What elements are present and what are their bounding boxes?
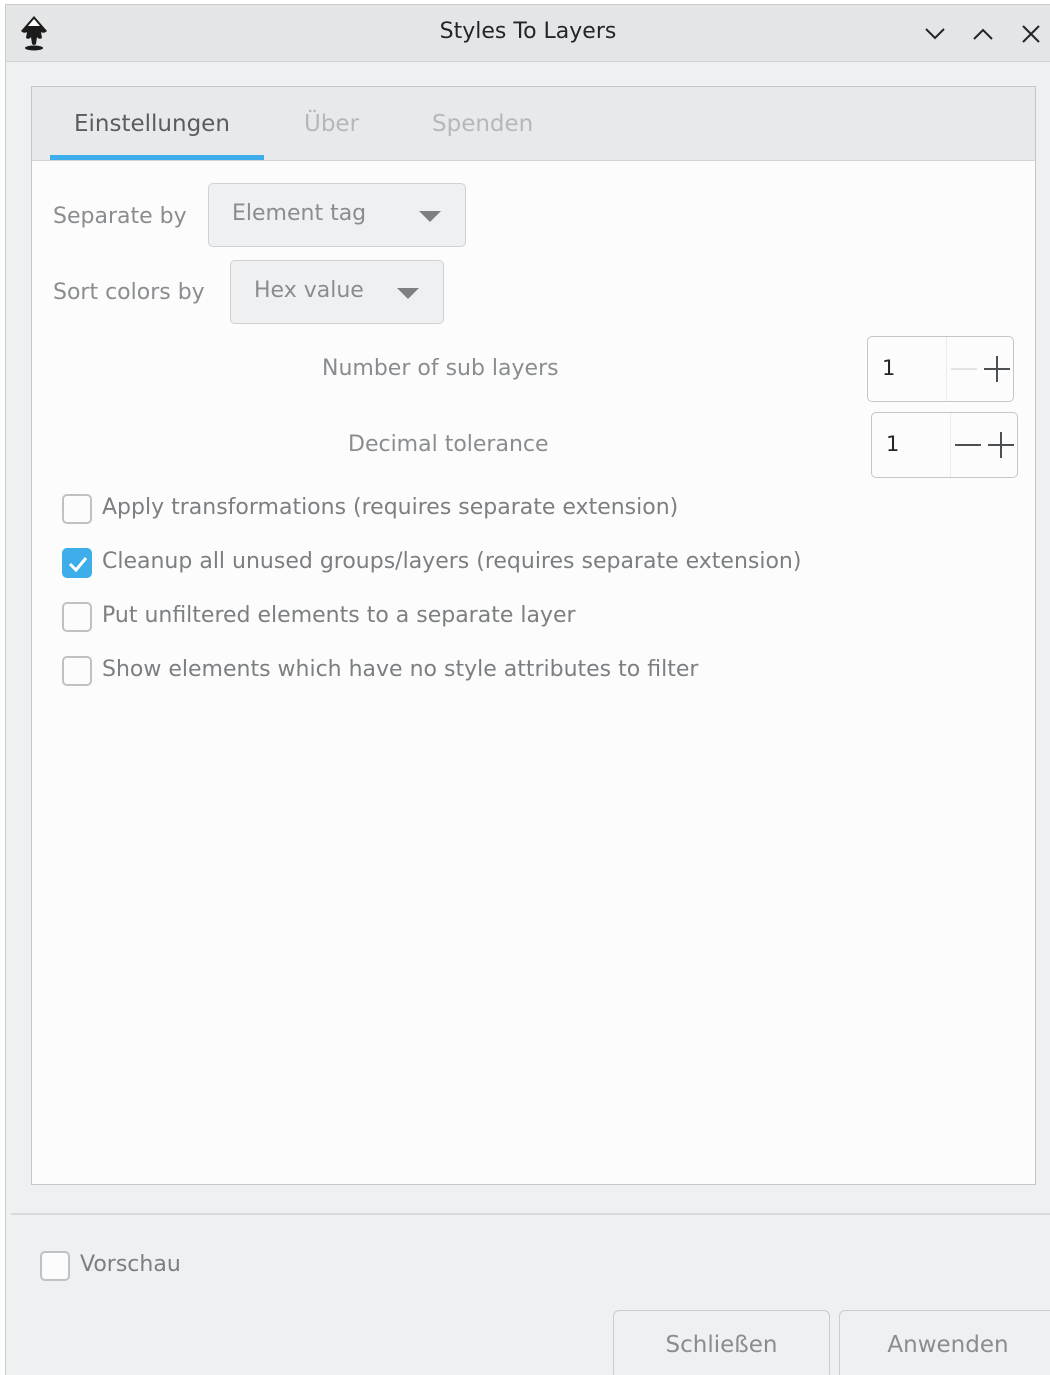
preview-checkbox[interactable] xyxy=(40,1251,70,1281)
tab-ueber[interactable]: Über xyxy=(304,108,359,148)
sub-layers-label: Number of sub layers xyxy=(322,356,559,381)
show-no-style-elements-label: Show elements which have no style attrib… xyxy=(102,657,699,682)
tab-spenden[interactable]: Spenden xyxy=(432,108,533,148)
close-icon xyxy=(1022,25,1040,43)
sort-colors-by-label: Sort colors by xyxy=(53,280,205,305)
dialog-window: Styles To Layers Einstellungen Über Spen… xyxy=(5,4,1050,1375)
apply-transformations-label: Apply transformations (requires separate… xyxy=(102,495,679,520)
decimal-tolerance-label: Decimal tolerance xyxy=(348,432,549,457)
settings-panel: Einstellungen Über Spenden Separate by E… xyxy=(31,86,1036,1185)
plus-icon xyxy=(984,356,1010,382)
decimal-tolerance-value[interactable]: 1 xyxy=(886,432,899,456)
apply-transformations-checkbox[interactable] xyxy=(62,494,92,524)
apply-button[interactable]: Anwenden xyxy=(839,1310,1050,1375)
close-button[interactable]: Schließen xyxy=(613,1310,830,1375)
decimal-tolerance-decrement-button[interactable] xyxy=(950,413,985,477)
cleanup-groups-label: Cleanup all unused groups/layers (requir… xyxy=(102,549,802,574)
show-no-style-elements-checkbox[interactable] xyxy=(62,656,92,686)
preview-label: Vorschau xyxy=(80,1252,181,1277)
sort-colors-by-value: Hex value xyxy=(254,278,364,303)
chevron-up-icon xyxy=(973,28,993,40)
minimize-button[interactable] xyxy=(918,17,952,51)
title-bar[interactable]: Styles To Layers xyxy=(6,5,1050,62)
unfiltered-elements-checkbox[interactable] xyxy=(62,602,92,632)
sub-layers-increment-button[interactable] xyxy=(980,337,1014,401)
unfiltered-elements-label: Put unfiltered elements to a separate la… xyxy=(102,603,576,628)
sort-colors-by-dropdown[interactable]: Hex value xyxy=(230,260,444,324)
close-window-button[interactable] xyxy=(1014,17,1048,51)
separate-by-value: Element tag xyxy=(232,201,367,226)
window-title: Styles To Layers xyxy=(439,19,617,44)
decimal-tolerance-increment-button[interactable] xyxy=(984,413,1018,477)
dropdown-arrow-icon xyxy=(397,288,419,299)
plus-icon xyxy=(988,432,1014,458)
chevron-down-icon xyxy=(925,28,945,40)
sub-layers-spinbox[interactable]: 1 xyxy=(867,336,1014,402)
dropdown-arrow-icon xyxy=(419,211,441,222)
tab-einstellungen[interactable]: Einstellungen xyxy=(74,108,230,148)
minus-icon xyxy=(955,444,981,446)
cleanup-groups-checkbox[interactable] xyxy=(62,548,92,578)
decimal-tolerance-spinbox[interactable]: 1 xyxy=(871,412,1018,478)
separate-by-label: Separate by xyxy=(53,204,187,229)
active-tab-indicator xyxy=(50,155,264,160)
separate-by-dropdown[interactable]: Element tag xyxy=(208,183,466,247)
sub-layers-decrement-button[interactable] xyxy=(946,337,981,401)
minus-icon xyxy=(951,368,977,370)
sub-layers-value[interactable]: 1 xyxy=(882,356,895,380)
footer-divider xyxy=(11,1213,1050,1215)
maximize-button[interactable] xyxy=(966,17,1000,51)
tab-bar: Einstellungen Über Spenden xyxy=(32,87,1035,161)
checkmark-icon xyxy=(68,557,88,573)
